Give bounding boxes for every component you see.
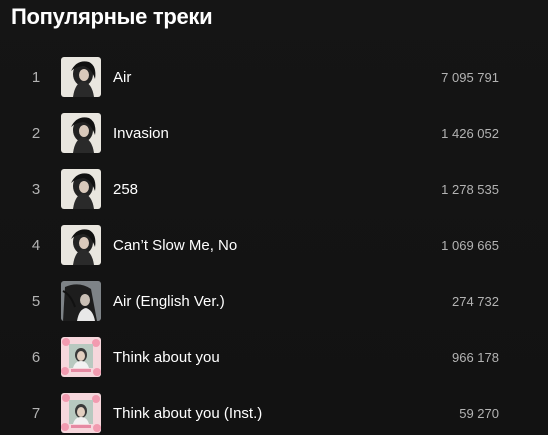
album-cover-think-about-you-icon xyxy=(61,337,101,377)
album-cover-think-about-you-icon xyxy=(61,393,101,433)
track-index: 3 xyxy=(31,180,41,198)
track-title[interactable]: Think about you xyxy=(113,349,220,366)
album-cover-air-icon xyxy=(61,57,101,97)
album-cover-air-english-icon xyxy=(61,281,101,321)
play-count: 7 095 791 xyxy=(441,69,499,85)
album-cover-air-icon xyxy=(61,113,101,153)
track-row[interactable]: 1 Air 7 095 791 xyxy=(0,49,548,105)
play-count: 1 069 665 xyxy=(441,237,499,253)
track-index: 7 xyxy=(31,404,41,422)
play-count: 1 278 535 xyxy=(441,181,499,197)
track-title[interactable]: Air xyxy=(113,69,131,86)
popular-tracks-panel: Популярные треки 1 Air 7 095 791 2 Invas… xyxy=(0,0,548,435)
track-index: 4 xyxy=(31,236,41,254)
track-index: 6 xyxy=(31,348,41,366)
section-title: Популярные треки xyxy=(11,4,213,29)
track-list: 1 Air 7 095 791 2 Invasion 1 426 052 3 2… xyxy=(0,49,548,435)
track-title[interactable]: Can’t Slow Me, No xyxy=(113,237,237,254)
play-count: 59 270 xyxy=(459,405,499,421)
play-count: 274 732 xyxy=(452,293,499,309)
track-index: 2 xyxy=(31,124,41,142)
track-title[interactable]: Invasion xyxy=(113,125,169,142)
track-title[interactable]: Air (English Ver.) xyxy=(113,293,225,310)
track-index: 5 xyxy=(31,292,41,310)
album-cover-air-icon xyxy=(61,225,101,265)
play-count: 966 178 xyxy=(452,349,499,365)
track-title[interactable]: Think about you (Inst.) xyxy=(113,405,262,422)
track-row[interactable]: 7 Think about you (Inst.) 59 270 xyxy=(0,385,548,435)
track-row[interactable]: 5 Air (English Ver.) 274 732 xyxy=(0,273,548,329)
play-count: 1 426 052 xyxy=(441,125,499,141)
album-cover-air-icon xyxy=(61,169,101,209)
track-row[interactable]: 4 Can’t Slow Me, No 1 069 665 xyxy=(0,217,548,273)
track-row[interactable]: 2 Invasion 1 426 052 xyxy=(0,105,548,161)
track-title[interactable]: 258 xyxy=(113,181,138,198)
track-index: 1 xyxy=(31,68,41,86)
track-row[interactable]: 3 258 1 278 535 xyxy=(0,161,548,217)
track-row[interactable]: 6 Think about you 966 178 xyxy=(0,329,548,385)
